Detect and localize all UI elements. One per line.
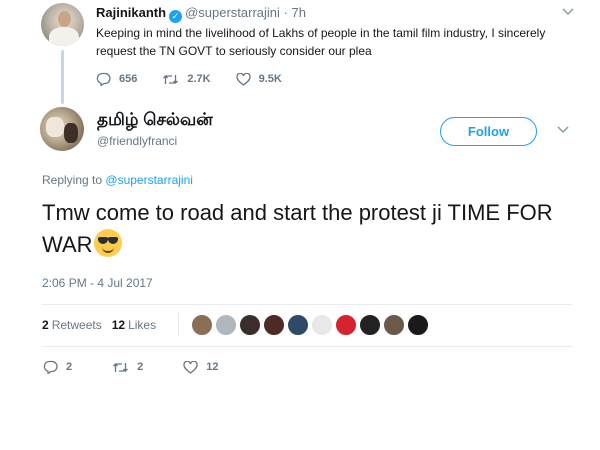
author-handle[interactable]: @friendlyfranci	[97, 134, 177, 148]
retweets-stat-label: Retweets	[51, 318, 102, 332]
tweet-text: Tmw come to road and start the protest j…	[42, 197, 562, 261]
heart-icon	[183, 360, 198, 374]
liker-avatar[interactable]	[335, 314, 357, 336]
avatar-body	[49, 27, 79, 46]
tweet-timestamp[interactable]: 2:06 PM - 4 Jul 2017	[42, 276, 153, 290]
parent-like-button[interactable]: 9.5K	[235, 72, 282, 86]
likes-stat-count: 12	[111, 318, 126, 332]
liker-avatar[interactable]	[239, 314, 261, 336]
parent-more-chevron-icon[interactable]	[562, 5, 574, 19]
liker-avatar[interactable]	[215, 314, 237, 336]
divider	[42, 346, 572, 347]
stats-separator	[178, 313, 179, 337]
reply-button[interactable]: 2	[43, 360, 72, 374]
retweets-stat-count: 2	[42, 318, 49, 332]
parent-avatar[interactable]	[41, 3, 84, 46]
retweet-icon	[163, 74, 179, 84]
parent-retweet-count: 2.7K	[187, 73, 211, 85]
reply-icon	[43, 360, 58, 374]
liker-avatar[interactable]	[311, 314, 333, 336]
verified-badge-icon: ✓	[169, 10, 183, 23]
author-avatar[interactable]	[40, 107, 84, 151]
liker-avatars	[191, 314, 431, 336]
avatar-shape	[46, 117, 64, 137]
liker-avatar[interactable]	[287, 314, 309, 336]
divider	[42, 304, 572, 305]
parent-display-name[interactable]: Rajinikanth	[96, 5, 166, 20]
liker-avatar[interactable]	[383, 314, 405, 336]
liker-avatar[interactable]	[191, 314, 213, 336]
parent-author: Rajinikanth ✓ @superstarrajini · 7h	[96, 5, 306, 23]
parent-reply-button[interactable]: 656	[96, 72, 137, 86]
liker-avatar[interactable]	[359, 314, 381, 336]
thread-connector	[61, 50, 64, 104]
retweet-button[interactable]: 2	[112, 361, 143, 374]
replying-to-handle-link[interactable]: @superstarrajini	[105, 173, 193, 187]
parent-like-count: 9.5K	[258, 73, 282, 85]
replying-to: Replying to @superstarrajini	[42, 173, 193, 187]
retweet-count: 2	[137, 361, 144, 373]
reply-count: 2	[66, 361, 73, 373]
retweet-icon	[113, 362, 129, 372]
sunglasses-emoji-icon	[93, 229, 122, 257]
avatar-shape	[64, 123, 78, 143]
avatar-face	[58, 11, 71, 27]
tweet-actions: 2 2 12	[43, 360, 259, 374]
author-display-name[interactable]: தமிழ் செல்வன்	[97, 110, 213, 132]
likes-stat-label: Likes	[128, 318, 157, 332]
likes-stat[interactable]: 12 Likes	[112, 318, 156, 332]
tweet-more-chevron-icon[interactable]	[557, 123, 569, 137]
parent-handle[interactable]: @superstarrajini	[185, 5, 280, 20]
liker-avatar[interactable]	[407, 314, 429, 336]
follow-button[interactable]: Follow	[440, 117, 537, 146]
like-button[interactable]: 12	[183, 360, 219, 374]
heart-icon	[235, 72, 251, 86]
replying-to-prefix: Replying to	[42, 173, 103, 187]
retweets-stat[interactable]: 2 Retweets	[42, 318, 102, 332]
parent-retweet-button[interactable]: 2.7K	[162, 73, 211, 86]
reply-icon	[96, 72, 111, 86]
parent-actions: 656 2.7K 9.5K	[96, 71, 307, 87]
parent-reply-count: 656	[119, 73, 138, 85]
parent-time[interactable]: · 7h	[284, 5, 306, 20]
tweet-stats: 2 Retweets 12 Likes	[42, 318, 156, 332]
liker-avatar[interactable]	[263, 314, 285, 336]
parent-tweet-text: Keeping in mind the livelihood of Lakhs …	[96, 26, 546, 58]
like-count: 12	[206, 361, 219, 373]
